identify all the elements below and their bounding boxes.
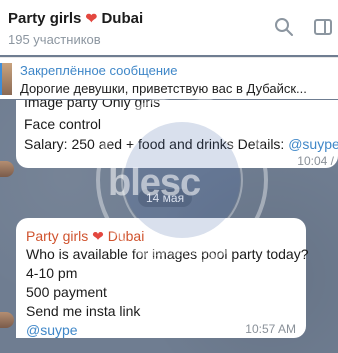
pinned-text: Дорогие девушки, приветствую вас в Дубай… (20, 81, 307, 96)
username-link[interactable]: @suype (288, 136, 338, 152)
watermark-text: blesc (108, 162, 201, 204)
message-line: Send me insta link (26, 303, 141, 319)
chat-title-city: Dubai (101, 10, 144, 27)
side-panel-button[interactable] (312, 16, 334, 38)
heart-emoji: ❤ (85, 10, 98, 26)
pinned-label: Закреплённое сообщение (20, 63, 178, 78)
pinned-thumbnail (0, 63, 12, 95)
message-time: 10:04 / (297, 154, 334, 168)
chat-title-text: Party girls (8, 10, 82, 27)
member-count: 195 участников (8, 32, 101, 47)
sender-name[interactable]: Party girls ❤ Dubai (26, 228, 144, 245)
chat-area[interactable]: Image party Only girls Face control Sala… (0, 100, 338, 353)
message-text: Salary: 250 aed + food and drinks Detail… (24, 136, 289, 152)
message-line: 500 payment (26, 284, 107, 300)
message-line: 4-10 pm (26, 265, 78, 281)
search-button[interactable] (273, 16, 295, 38)
pinned-message-bar[interactable]: Закреплённое сообщение Дорогие девушки, … (0, 57, 338, 99)
side-panel-icon (314, 19, 332, 35)
sender-name-text: Party girls (26, 228, 89, 244)
avatar[interactable] (0, 161, 14, 177)
username-link[interactable]: @suype (26, 322, 78, 338)
avatar[interactable] (0, 312, 14, 328)
message-line: Face control (24, 116, 102, 132)
chat-header[interactable]: Party girls ❤ Dubai 195 участников (0, 0, 338, 55)
message-time: 10:57 AM (245, 322, 296, 336)
message-line: Who is available for images pool party t… (26, 246, 309, 262)
chat-title[interactable]: Party girls ❤ Dubai (8, 10, 143, 27)
message-bubble[interactable]: Image party Only girls Face control Sala… (16, 100, 338, 168)
sender-city: Dubai (107, 228, 145, 244)
message-line: Image party Only girls (24, 100, 161, 110)
message-bubble[interactable]: Party girls ❤ Dubai Who is available for… (16, 218, 309, 338)
heart-emoji: ❤ (92, 228, 104, 244)
message-line: Salary: 250 aed + food and drinks Detail… (24, 136, 338, 152)
search-icon (275, 18, 293, 36)
